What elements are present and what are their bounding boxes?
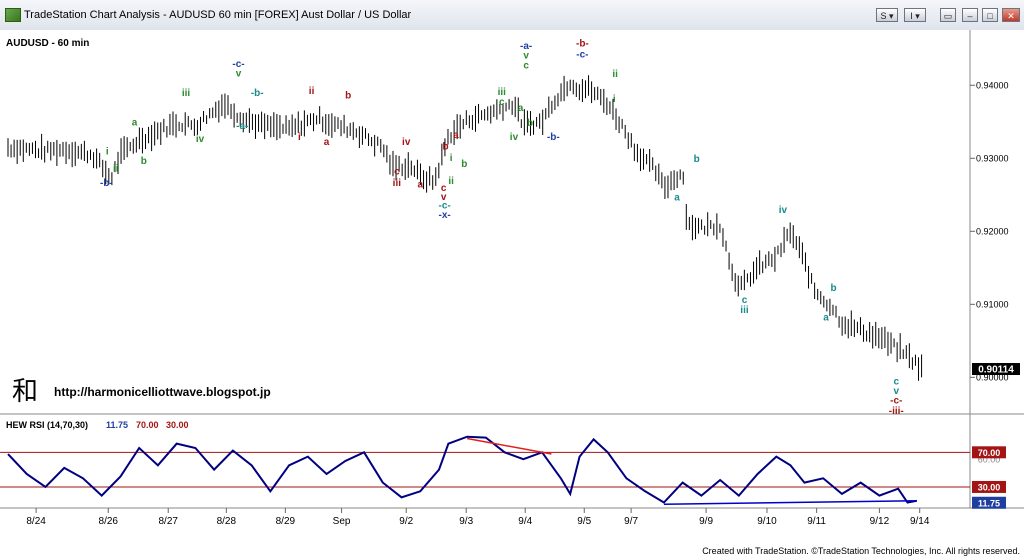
price-chart-title: AUDUSD - 60 min	[6, 38, 89, 49]
wave-label: ii	[612, 69, 618, 80]
wave-label: b	[345, 90, 351, 101]
time-tick-label: 9/4	[518, 516, 532, 527]
title-bar: TradeStation Chart Analysis - AUDUSD 60 …	[0, 0, 1024, 31]
rsi-last-value-label: 11.75	[978, 498, 1000, 508]
insert-menu-button[interactable]: I ▾	[904, 8, 926, 22]
wave-label: b	[830, 283, 836, 294]
wave-label: c	[499, 97, 505, 108]
time-tick-label: 8/26	[99, 516, 119, 527]
price-tick-label: 0.93000	[976, 153, 1009, 163]
wave-label: iv	[779, 205, 788, 216]
time-tick-label: 8/27	[158, 516, 178, 527]
restore-icon[interactable]: ▭	[940, 8, 956, 22]
wave-label: -x-	[439, 210, 451, 221]
price-tick-label: 0.91000	[976, 299, 1009, 309]
footer-text: Created with TradeStation. ©TradeStation…	[702, 546, 1020, 556]
wave-label: b	[443, 142, 449, 153]
symbol-menu-label: S	[880, 11, 887, 21]
wave-label: -b-	[547, 132, 560, 143]
wave-label: a	[518, 103, 524, 114]
time-tick-label: 9/5	[577, 516, 591, 527]
rsi-legend-value: 11.75	[106, 420, 128, 430]
time-tick-label: 9/7	[624, 516, 638, 527]
wave-label: i	[450, 153, 453, 164]
close-icon[interactable]: ✕	[1002, 8, 1020, 22]
wave-label: ii	[309, 86, 315, 97]
tradestation-app-icon	[5, 8, 21, 22]
wave-label: iv	[196, 134, 205, 145]
wave-label: a	[417, 179, 423, 190]
wave-label: ii	[113, 163, 119, 174]
wave-label: -b-	[576, 39, 589, 50]
wave-label: a	[132, 117, 138, 128]
wave-label: v	[236, 69, 242, 80]
wave-label: b	[527, 118, 533, 129]
rsi-legend-upper: 70.00	[136, 420, 159, 430]
rsi-legend-lower: 30.00	[166, 420, 189, 430]
time-tick-label: 9/9	[699, 516, 713, 527]
time-tick-label: Sep	[333, 516, 351, 527]
rsi-level-70-label: 70.00	[978, 448, 1001, 458]
wave-label: -a-	[236, 121, 248, 132]
wave-label: iii	[393, 178, 402, 189]
symbol-menu-button[interactable]: S ▾	[876, 8, 898, 22]
wave-label: b	[461, 159, 467, 170]
rsi-title: HEW RSI (14,70,30)	[6, 420, 88, 430]
time-tick-label: 8/29	[276, 516, 296, 527]
price-tick-label: 0.94000	[976, 80, 1009, 90]
rsi-level-30-label: 30.00	[978, 482, 1001, 492]
wave-label: -iii-	[889, 406, 904, 417]
wave-label: a	[674, 193, 680, 204]
wave-label: c	[394, 166, 400, 177]
wave-label: a	[324, 137, 330, 148]
wave-label: a	[823, 312, 829, 323]
wave-label: -c-	[576, 50, 588, 61]
wave-label: b	[141, 156, 147, 167]
time-tick-label: 9/2	[399, 516, 413, 527]
time-tick-label: 8/28	[217, 516, 237, 527]
time-tick-label: 9/11	[807, 516, 826, 527]
wave-label: iv	[510, 132, 519, 143]
wave-label: b	[694, 154, 700, 165]
wave-label: i	[298, 132, 301, 143]
window-title: TradeStation Chart Analysis - AUDUSD 60 …	[24, 9, 412, 21]
watermark-url[interactable]: http://harmonicelliottwave.blogspot.jp	[54, 385, 271, 399]
harmonic-logo: 和	[12, 377, 38, 407]
wave-label: iv	[402, 137, 411, 148]
time-tick-label: 9/3	[459, 516, 473, 527]
time-tick-label: 9/12	[870, 516, 890, 527]
wave-label: ii	[448, 176, 454, 187]
wave-label: i	[613, 94, 616, 105]
time-tick-label: 9/10	[757, 516, 777, 527]
wave-label: a	[453, 130, 459, 141]
time-tick-label: 8/24	[26, 516, 46, 527]
chart-area: AUDUSD - 60 min 0.94000 0.93000 0.92000 0.9…	[0, 30, 1024, 546]
wave-label: iii	[740, 305, 749, 316]
wave-label: c	[523, 60, 529, 71]
wave-label: i	[106, 147, 109, 158]
footer: Created with TradeStation. ©TradeStation…	[0, 546, 1024, 558]
time-tick-label: 9/14	[910, 516, 930, 527]
wave-label: -b-	[251, 88, 264, 99]
minimize-icon[interactable]: –	[962, 8, 978, 22]
last-price-label: 0.90114	[978, 365, 1014, 376]
insert-menu-label: I	[910, 11, 913, 21]
wave-label: iii	[182, 88, 191, 99]
chart-svg: AUDUSD - 60 min 0.94000 0.93000 0.92000 0.9…	[0, 30, 1024, 546]
wave-label: -b-	[100, 178, 113, 189]
maximize-icon[interactable]: □	[982, 8, 998, 22]
price-tick-label: 0.92000	[976, 226, 1009, 236]
